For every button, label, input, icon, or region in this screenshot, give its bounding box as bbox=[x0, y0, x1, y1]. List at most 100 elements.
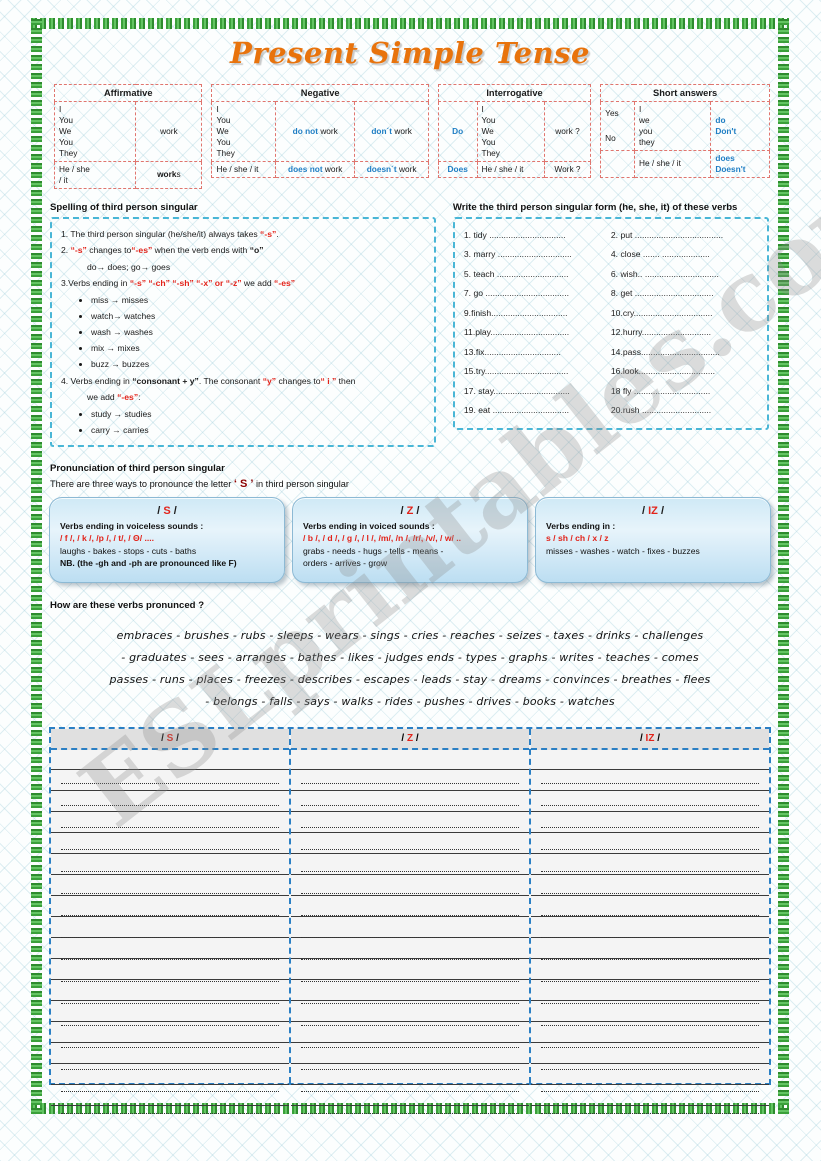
exercise-item-8[interactable]: 8. get ................................. bbox=[611, 284, 758, 304]
exercise-box[interactable]: 1. tidy ................................… bbox=[452, 216, 769, 430]
answer-write-line[interactable] bbox=[541, 982, 759, 1004]
spelling-rule-1: 1. The third person singular (he/she/it)… bbox=[61, 228, 279, 239]
answer-write-line[interactable] bbox=[541, 960, 759, 982]
answer-write-line[interactable] bbox=[301, 916, 519, 938]
answer-write-line[interactable] bbox=[61, 828, 279, 850]
answer-write-line[interactable] bbox=[301, 1070, 519, 1092]
answer-write-line[interactable] bbox=[61, 1070, 279, 1092]
answer-write-line[interactable] bbox=[541, 762, 759, 784]
subject-you: you bbox=[638, 126, 653, 137]
answer-write-line[interactable] bbox=[541, 1026, 759, 1048]
subject-they: they bbox=[638, 137, 655, 148]
short-answer-no: No bbox=[605, 133, 616, 144]
answer-write-line[interactable] bbox=[61, 784, 279, 806]
answer-write-line[interactable] bbox=[301, 938, 519, 960]
answer-write-line[interactable] bbox=[301, 1004, 519, 1026]
exercise-item-17[interactable]: 17. stay................................ bbox=[464, 382, 611, 402]
exercise-item-4[interactable]: 4. close ....... .................... bbox=[611, 245, 758, 265]
answer-write-line[interactable] bbox=[301, 894, 519, 916]
exercise-item-7[interactable]: 7. go ..................................… bbox=[464, 284, 611, 304]
answer-write-line[interactable] bbox=[301, 1048, 519, 1070]
answer-write-line[interactable] bbox=[541, 828, 759, 850]
answer-write-line[interactable] bbox=[541, 1004, 759, 1026]
exercise-item-15[interactable]: 15.try..................................… bbox=[464, 362, 611, 382]
negative-table: Negative I You We You They do not work d… bbox=[211, 83, 429, 178]
exercise-item-16[interactable]: 16.look................................ bbox=[611, 362, 758, 382]
subject-you-2: You bbox=[481, 137, 496, 148]
card-iz-phonetics: s / sh / ch / x / z bbox=[546, 533, 609, 544]
spelling-heading: Spelling of third person singular bbox=[50, 201, 198, 213]
answer-write-line[interactable] bbox=[301, 762, 519, 784]
exercise-item-11[interactable]: 11.play................................. bbox=[464, 323, 611, 343]
answer-write-line[interactable] bbox=[301, 784, 519, 806]
answer-write-line[interactable] bbox=[61, 894, 279, 916]
exercise-item-12[interactable]: 12.hurry............................. bbox=[611, 323, 758, 343]
card-s-note: NB. (the -gh and -ph are pronounced like… bbox=[60, 558, 237, 569]
short-answer-aux-dont: Don't bbox=[715, 126, 737, 137]
answer-write-line[interactable] bbox=[61, 1004, 279, 1026]
answer-write-line[interactable] bbox=[61, 1026, 279, 1048]
exercise-item-14[interactable]: 14.pass................................. bbox=[611, 343, 758, 363]
spelling-rule-2-examples: do→ does; go→ goes bbox=[87, 261, 171, 272]
answer-write-line[interactable] bbox=[301, 828, 519, 850]
answer-write-line[interactable] bbox=[541, 806, 759, 828]
answer-lines-s[interactable] bbox=[51, 749, 289, 1114]
affirmative-third-subject: He / she / it bbox=[53, 160, 137, 189]
answer-write-line[interactable] bbox=[61, 982, 279, 1004]
answer-write-line[interactable] bbox=[61, 938, 279, 960]
negative-long-form: do not work bbox=[275, 101, 356, 162]
spelling-rule-2: 2. “-s” changes to“-es” when the verb en… bbox=[61, 245, 264, 256]
answer-write-line[interactable] bbox=[541, 894, 759, 916]
answer-lines-z[interactable] bbox=[291, 749, 529, 1114]
interrogative-table: Interrogative Do I You We You They work … bbox=[437, 83, 592, 178]
answer-write-line[interactable] bbox=[61, 1048, 279, 1070]
answer-write-line[interactable] bbox=[541, 1092, 759, 1114]
answer-header-iz: / IZ / bbox=[531, 728, 769, 750]
exercise-item-9[interactable]: 9.finish................................ bbox=[464, 304, 611, 324]
affirmative-header: Affirmative bbox=[53, 83, 203, 103]
exercise-item-5[interactable]: 5. teach .............................. bbox=[464, 265, 611, 285]
answer-write-line[interactable] bbox=[301, 806, 519, 828]
answer-write-line[interactable] bbox=[541, 784, 759, 806]
answer-write-line[interactable] bbox=[301, 1092, 519, 1114]
exercise-item-20[interactable]: 20.rush ............................. bbox=[611, 401, 758, 421]
answer-write-line[interactable] bbox=[301, 982, 519, 1004]
answer-write-line[interactable] bbox=[301, 960, 519, 982]
letter-s: ‘ S ’ bbox=[233, 477, 254, 490]
exercise-item-18[interactable]: 18 fly ................................ bbox=[611, 382, 758, 402]
answer-write-line[interactable] bbox=[61, 762, 279, 784]
answer-column-iz: / IZ / bbox=[531, 728, 769, 1114]
subject-they: They bbox=[59, 148, 78, 159]
practice-line-4: - belongs - falls - says - walks - rides… bbox=[205, 694, 615, 708]
answer-write-line[interactable] bbox=[61, 1092, 279, 1114]
answer-write-line[interactable] bbox=[61, 960, 279, 982]
negative-short-form: don´t work bbox=[354, 101, 429, 162]
answer-write-line[interactable] bbox=[541, 916, 759, 938]
answer-write-line[interactable] bbox=[541, 938, 759, 960]
answer-write-line[interactable] bbox=[61, 806, 279, 828]
answer-write-line[interactable] bbox=[541, 1048, 759, 1070]
answer-write-line[interactable] bbox=[301, 1026, 519, 1048]
exercise-item-2[interactable]: 2. put .................................… bbox=[611, 226, 758, 246]
negative-third-verb-long: work bbox=[324, 163, 343, 174]
answer-write-line[interactable] bbox=[61, 916, 279, 938]
negative-third-long: does not work bbox=[275, 160, 356, 178]
subject-we: we bbox=[638, 115, 650, 126]
exercise-item-3[interactable]: 3. marry ............................... bbox=[464, 245, 611, 265]
exercise-item-6[interactable]: 6. wish.. ..............................… bbox=[611, 265, 758, 285]
exercise-item-19[interactable]: 19. eat ................................ bbox=[464, 401, 611, 421]
answer-column-z: / Z / bbox=[291, 728, 531, 1114]
answer-write-line[interactable] bbox=[61, 850, 279, 872]
answer-write-line[interactable] bbox=[61, 872, 279, 894]
answer-write-line[interactable] bbox=[541, 850, 759, 872]
answer-write-line[interactable] bbox=[301, 872, 519, 894]
exercise-item-13[interactable]: 13.fix................................ bbox=[464, 343, 611, 363]
answer-write-line[interactable] bbox=[301, 850, 519, 872]
answer-write-line[interactable] bbox=[541, 1070, 759, 1092]
answer-write-line[interactable] bbox=[541, 872, 759, 894]
answer-lines-iz[interactable] bbox=[531, 749, 769, 1114]
exercise-item-10[interactable]: 10.cry................................. bbox=[611, 304, 758, 324]
exercise-item-1[interactable]: 1. tidy ................................ bbox=[464, 226, 611, 246]
short-answers-third-subject: He / she / it bbox=[633, 150, 712, 178]
third-verb-suffix: s bbox=[176, 169, 181, 180]
